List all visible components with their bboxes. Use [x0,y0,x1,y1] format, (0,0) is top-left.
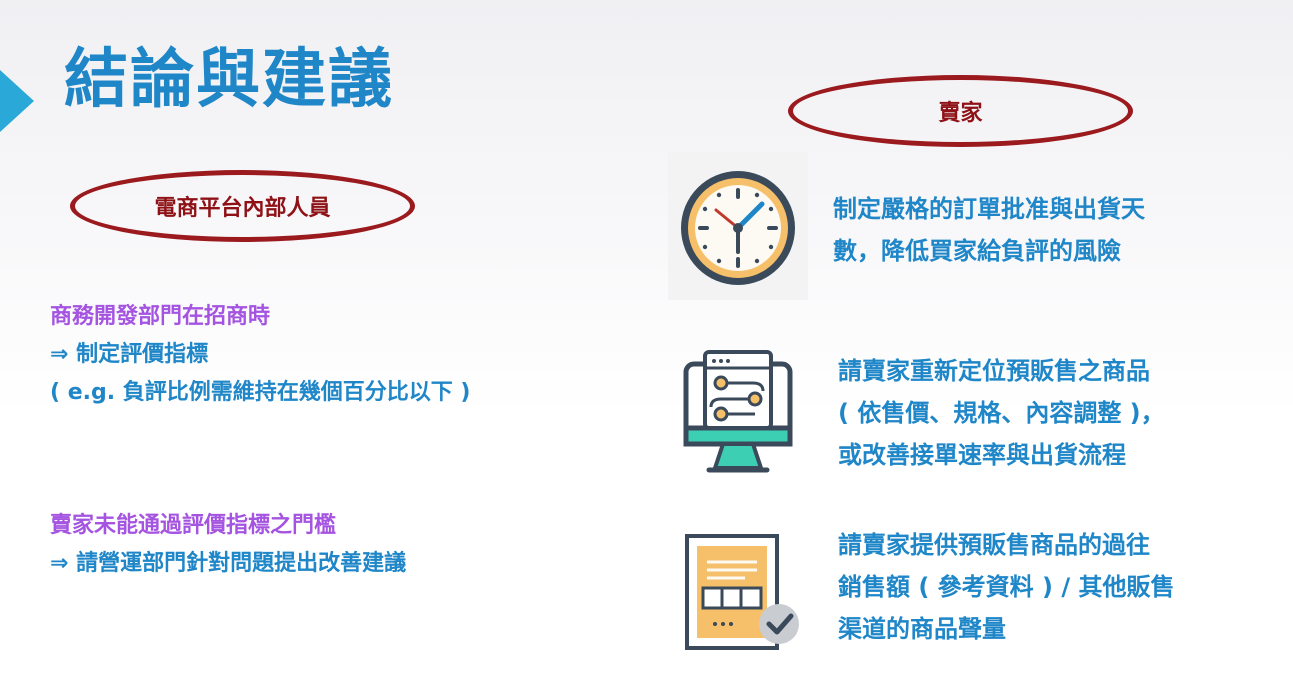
clock-icon [668,152,808,300]
recommendation-line: ( e.g. 負評比例需維持在幾個百分比以下 ) [50,380,471,405]
seller-recommendation-line: 請賣家重新定位預販售之商品 [838,357,1150,385]
audience-label-internal: 電商平台內部人員 [154,196,331,221]
seller-recommendation-3: 請賣家提供預販售商品的過往 銷售額 ( 參考資料 ) / 其他販售 渠道的商品聲… [838,524,1174,650]
seller-recommendation-line: 或改善接單速率與出貨流程 [838,441,1126,469]
seller-recommendation-2: 請賣家重新定位預販售之商品 ( 依售價、規格、內容調整 )， 或改善接單速率與出… [838,350,1165,476]
audience-oval-seller: 賣家 [788,75,1133,147]
recommendation-line: ⇒ 制定評價指標 [50,342,209,367]
seller-recommendation-1: 制定嚴格的訂單批准與出貨天 數，降低買家給負評的風險 [833,188,1145,272]
seller-recommendation-line: 渠道的商品聲量 [838,615,1006,643]
seller-recommendation-line: 制定嚴格的訂單批准與出貨天 [833,195,1145,223]
recommendation-heading: 商務開發部門在招商時 [50,304,271,329]
recommendation-block-2: 賣家未能通過評價指標之門檻 ⇒ 請營運部門針對問題提出改善建議 [50,507,406,583]
seller-recommendation-line: 銷售額 ( 參考資料 ) / 其他販售 [838,573,1175,601]
slide-title: 結論與建議 [64,43,394,117]
document-check-icon [685,530,803,650]
recommendation-heading: 賣家未能通過評價指標之門檻 [50,513,337,538]
accent-arrow-shape [0,70,34,132]
seller-recommendation-line: ( 依售價、規格、內容調整 )， [838,399,1165,427]
monitor-process-icon [683,346,793,476]
audience-label-seller: 賣家 [938,101,983,126]
recommendation-block-1: 商務開發部門在招商時 ⇒ 制定評價指標 ( e.g. 負評比例需維持在幾個百分比… [50,298,470,412]
seller-recommendation-line: 數，降低買家給負評的風險 [833,237,1121,265]
audience-oval-internal: 電商平台內部人員 [70,170,415,242]
recommendation-line: ⇒ 請營運部門針對問題提出改善建議 [50,551,407,576]
seller-recommendation-line: 請賣家提供預販售商品的過往 [838,531,1150,559]
